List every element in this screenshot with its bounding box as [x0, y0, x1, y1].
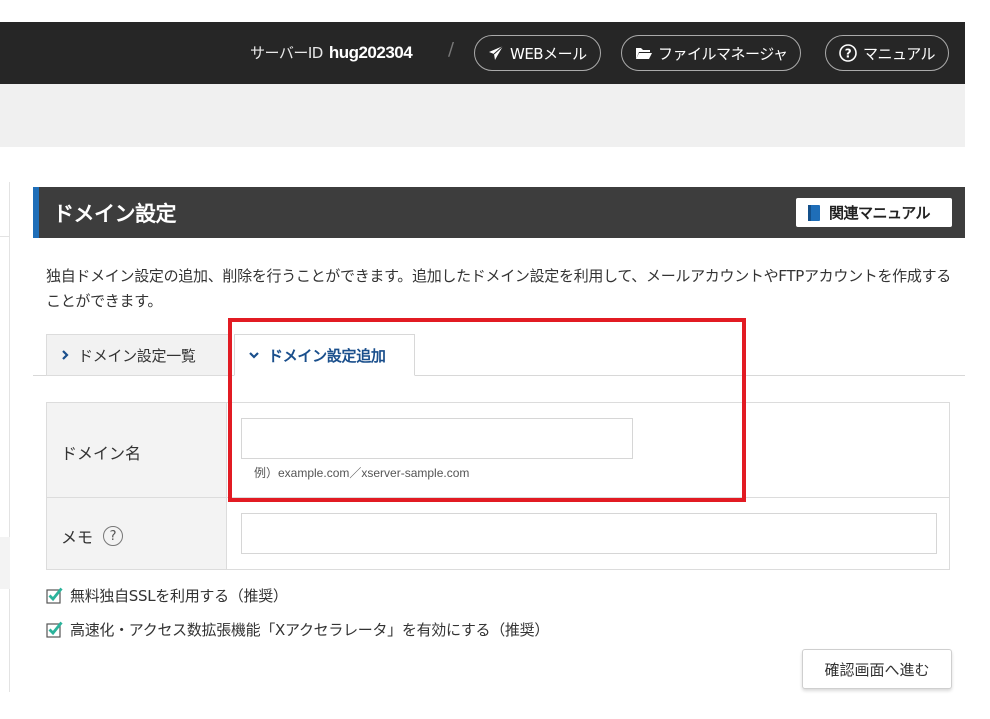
tab-domain-list-label: ドメイン設定一覧	[78, 346, 196, 365]
annotation-highlight-box	[228, 318, 746, 502]
form-label-cell: メモ ?	[47, 498, 227, 569]
page-title: ドメイン設定	[53, 202, 177, 226]
tab-domain-list[interactable]: ドメイン設定一覧	[46, 334, 230, 376]
xaccelerator-checkbox-label: 高速化・アクセス数拡張機能「Xアクセラレータ」を有効にする（推奨）	[70, 621, 550, 639]
top-header-bar: サーバーID hug202304 / WEBメール ファイルマネージャ ? マニュ…	[0, 22, 965, 84]
domain-name-label-text: ドメイン名	[61, 444, 142, 463]
memo-label: メモ ?	[61, 524, 124, 548]
folder-icon	[636, 48, 652, 59]
server-id: サーバーID hug202304	[250, 42, 413, 63]
book-icon	[808, 204, 820, 221]
question-circle-icon: ?	[839, 44, 857, 62]
manual-header-button[interactable]: ? マニュアル	[825, 35, 950, 71]
checkbox-checked-icon	[46, 621, 63, 638]
file-manager-button[interactable]: ファイルマネージャ	[621, 35, 802, 71]
webmail-button[interactable]: WEBメール	[474, 35, 601, 71]
svg-text:?: ?	[845, 47, 852, 61]
server-id-label: サーバーID	[250, 44, 323, 62]
server-id-value: hug202304	[328, 43, 413, 62]
memo-label-text: メモ	[61, 528, 94, 547]
related-manual-button[interactable]: 関連マニュアル	[796, 198, 952, 227]
xaccelerator-checkbox[interactable]: 高速化・アクセス数拡張機能「Xアクセラレータ」を有効にする（推奨）	[46, 619, 549, 640]
ssl-checkbox[interactable]: 無料独自SSLを利用する（推奨）	[46, 585, 288, 606]
ssl-checkbox-label: 無料独自SSLを利用する（推奨）	[70, 587, 288, 605]
form-label-cell: ドメイン名	[47, 403, 227, 497]
domain-name-label: ドメイン名	[61, 440, 141, 464]
subheader-band	[0, 84, 965, 147]
manual-header-label: マニュアル	[863, 44, 936, 63]
sidebar-item-bg	[0, 537, 10, 589]
related-manual-label: 関連マニュアル	[829, 204, 931, 222]
chevron-right-icon	[62, 350, 69, 360]
webmail-label: WEBメール	[510, 44, 587, 63]
sidebar-divider	[0, 236, 10, 237]
paper-plane-icon	[489, 45, 504, 60]
section-description: 独自ドメイン設定の追加、削除を行うことができます。追加したドメイン設定を利用して…	[46, 267, 951, 310]
checkbox-checked-icon	[46, 587, 63, 604]
memo-input[interactable]	[241, 513, 937, 554]
file-manager-label: ファイルマネージャ	[658, 44, 788, 63]
confirm-button[interactable]: 確認画面へ進む	[802, 649, 952, 689]
section-header: ドメイン設定 関連マニュアル	[33, 187, 965, 238]
help-icon[interactable]: ?	[103, 526, 124, 546]
form-row-memo: メモ ?	[47, 498, 949, 569]
header-separator: /	[448, 39, 455, 60]
sidebar-edge	[0, 182, 10, 692]
